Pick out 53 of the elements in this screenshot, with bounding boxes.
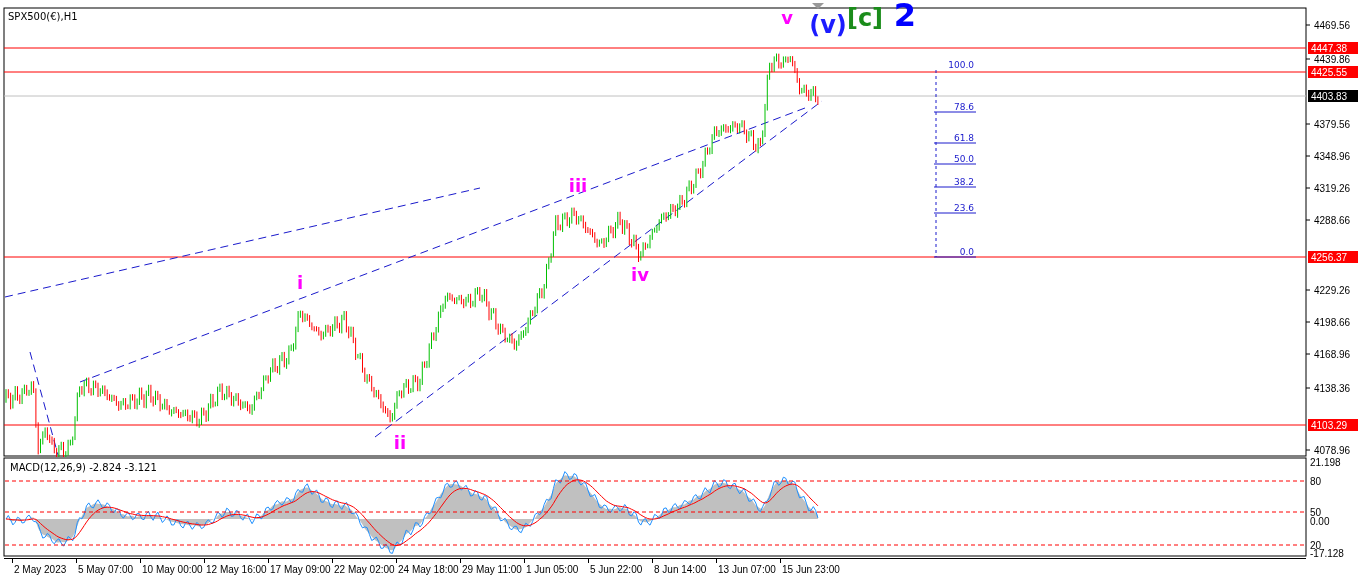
time-axis-label: 5 May 07:00: [78, 563, 134, 576]
wave-label: ii: [393, 432, 407, 453]
wave-label: iv: [631, 264, 649, 285]
time-axis-label: 2 May 2023: [14, 563, 67, 576]
price-tag: 4425.55: [1308, 66, 1358, 78]
price-tag: 4447.38: [1308, 42, 1358, 54]
wave-label: v: [781, 7, 793, 28]
price-axis-label: 4439.86: [1314, 54, 1351, 65]
fib-level-label: 38.2: [953, 177, 974, 187]
time-axis-label: 29 May 11:00: [462, 563, 522, 576]
price-axis-label: 4348.96: [1314, 151, 1351, 162]
price-tag: 4256.37: [1308, 251, 1358, 263]
price-axis-label: 4319.26: [1314, 183, 1351, 194]
time-axis-label: 13 Jun 07:00: [718, 563, 776, 576]
macd-axis-label: 21.198: [1310, 457, 1341, 468]
wave-label: i: [296, 272, 304, 293]
macd-title: MACD(12,26,9) -2.824 -3.121: [10, 462, 157, 473]
time-axis-label: 15 Jun 23:00: [782, 563, 840, 576]
fib-level-label: 0.0: [959, 247, 974, 257]
time-axis-label: 10 May 00:00: [142, 563, 203, 576]
time-axis-label: 22 May 02:00: [334, 563, 395, 576]
fib-level-label: 61.8: [953, 133, 974, 143]
fib-level-label: 78.6: [953, 102, 974, 112]
price-axis-label: 4198.66: [1314, 317, 1351, 328]
macd-axis-label: 50: [1310, 507, 1322, 518]
time-axis-label: 5 Jun 22:00: [590, 563, 643, 576]
fib-level-label: 100.0: [948, 60, 974, 70]
fib-level-label: 23.6: [953, 203, 974, 213]
fib-level-label: 50.0: [953, 154, 974, 164]
time-axis-label: 24 May 18:00: [398, 563, 459, 576]
price-tag: 4403.83: [1308, 90, 1358, 102]
price-axis-label: 4138.36: [1314, 383, 1351, 394]
price-axis-label: 4229.26: [1314, 285, 1351, 296]
wave-label: (v): [809, 11, 847, 39]
price-axis-label: 4078.96: [1314, 445, 1351, 456]
macd-axis-label: 20: [1310, 540, 1322, 551]
shift-marker-icon: [812, 3, 824, 9]
wave-label: iii: [568, 175, 588, 196]
macd-axis-label: 80: [1310, 476, 1322, 487]
price-axis-label: 4168.96: [1314, 349, 1351, 360]
time-axis-label: 8 Jun 14:00: [654, 563, 707, 576]
time-axis-label: 17 May 09:00: [270, 563, 331, 576]
price-axis-label: 4379.56: [1314, 119, 1351, 130]
wave-label: 2: [893, 0, 917, 34]
wave-label: [c]: [846, 4, 884, 32]
time-axis-label: 1 Jun 05:00: [526, 563, 579, 576]
symbol-label: SPX500(€),H1: [8, 11, 78, 22]
time-axis-label: 12 May 16:00: [206, 563, 267, 576]
price-axis-label: 4288.66: [1314, 215, 1351, 226]
macd-axis-label: 0.00: [1310, 516, 1330, 527]
price-axis-label: 4469.56: [1314, 20, 1351, 31]
macd-axis-label: -17.128: [1310, 548, 1344, 558]
price-tag: 4103.29: [1308, 419, 1358, 431]
